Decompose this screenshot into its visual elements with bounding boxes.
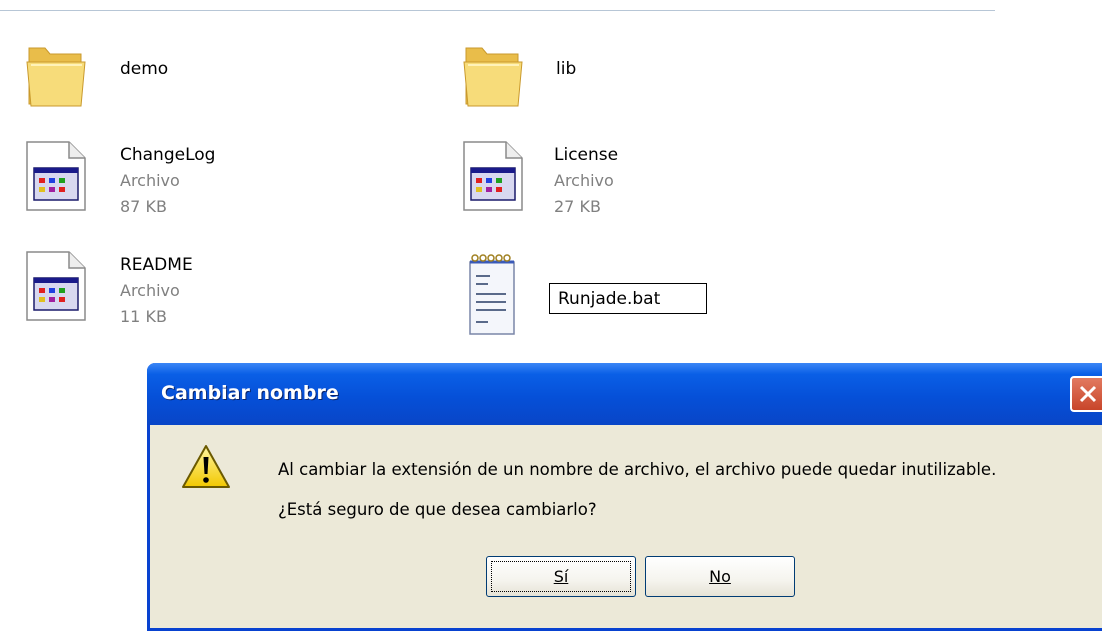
- file-explorer: demo lib ChangeLog Archivo 87 KB License…: [0, 0, 1102, 639]
- folder-icon: [26, 47, 86, 107]
- close-button[interactable]: [1070, 376, 1102, 412]
- generic-file-icon: [26, 251, 86, 321]
- no-button[interactable]: No: [645, 556, 795, 597]
- dialog-question: ¿Está seguro de que desea cambiarlo?: [278, 500, 597, 519]
- close-icon: [1079, 385, 1097, 403]
- file-type: Archivo: [120, 171, 180, 190]
- dialog-title: Cambiar nombre: [161, 382, 339, 404]
- dialog-titlebar[interactable]: Cambiar nombre: [147, 363, 1102, 425]
- no-button-label: No: [709, 567, 731, 586]
- generic-file-icon: [463, 141, 523, 211]
- yes-button-label: Sí: [553, 567, 569, 586]
- divider: [0, 10, 995, 11]
- rename-confirm-dialog: Cambiar nombre Al cambiar la extensión d…: [147, 363, 1102, 631]
- dialog-message: Al cambiar la extensión de un nombre de …: [278, 460, 997, 479]
- file-name: ChangeLog: [120, 145, 216, 165]
- generic-file-icon: [26, 141, 86, 211]
- file-name: lib: [556, 59, 577, 79]
- file-type: Archivo: [554, 171, 614, 190]
- file-name: demo: [120, 59, 169, 79]
- folder-icon: [463, 47, 523, 107]
- file-name: README: [120, 255, 193, 275]
- rename-input[interactable]: [549, 283, 707, 314]
- warning-icon: [182, 445, 230, 488]
- file-size: 87 KB: [120, 197, 167, 216]
- yes-button[interactable]: Sí: [486, 556, 636, 597]
- file-size: 11 KB: [120, 307, 167, 326]
- file-size: 27 KB: [554, 197, 601, 216]
- file-name: License: [554, 145, 619, 165]
- file-type: Archivo: [120, 281, 180, 300]
- notepad-file-icon: [469, 254, 515, 335]
